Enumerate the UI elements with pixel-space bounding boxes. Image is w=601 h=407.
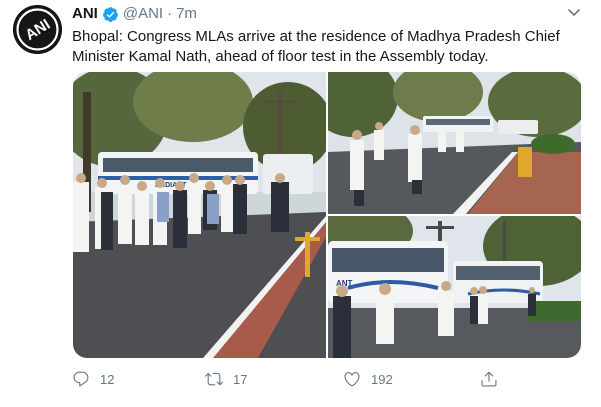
photo-2[interactable] [328,72,581,214]
ani-logo: ANI [13,5,62,54]
photo-1[interactable]: RADIANT [73,72,326,358]
tweet-header: ANI @ANI · 7m [72,4,197,24]
like-count: 192 [371,371,393,387]
media-grid[interactable]: RADIANT ANT [73,72,581,358]
tweet-timestamp[interactable]: 7m [176,4,197,24]
verified-badge-icon [102,6,119,23]
reply-icon [72,370,90,388]
chevron-down-icon[interactable] [566,4,582,20]
avatar[interactable]: ANI [13,5,62,54]
tweet-actions: 12 17 192 [72,366,502,392]
reply-count: 12 [100,371,115,387]
like-button[interactable]: 192 [343,366,393,392]
separator-dot: · [167,5,173,22]
reply-button[interactable]: 12 [72,366,114,392]
retweet-icon [205,370,223,388]
tweet-text: Bhopal: Congress MLAs arrive at the resi… [72,28,560,65]
tweet[interactable]: ANI ANI @ANI · 7m Bhopal: Congress MLAs … [0,0,601,407]
heart-icon [343,370,361,388]
author-name[interactable]: ANI [72,4,98,24]
retweet-button[interactable]: 17 [205,366,247,392]
share-button[interactable] [480,366,498,392]
photo-3[interactable]: ANT [328,216,581,358]
author-handle[interactable]: @ANI [123,4,163,24]
share-icon [480,370,498,388]
retweet-count: 17 [233,371,248,387]
